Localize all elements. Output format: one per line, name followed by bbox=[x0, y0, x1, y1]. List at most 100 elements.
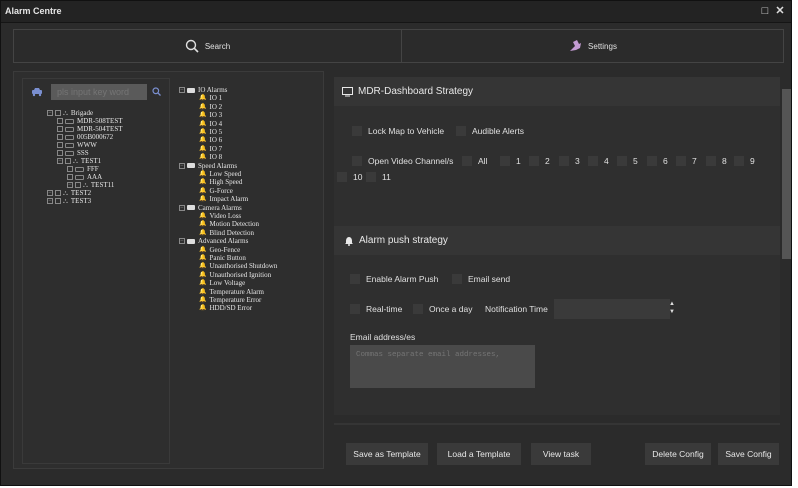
alarm-item[interactable]: 🔔 IO 5 bbox=[199, 128, 222, 136]
alarm-item[interactable]: 🔔 Blind Detection bbox=[199, 229, 254, 237]
tree-checkbox[interactable] bbox=[75, 182, 81, 188]
channel-checkbox[interactable] bbox=[500, 156, 510, 166]
vehicle-device-item[interactable]: MDR-508TEST bbox=[57, 117, 123, 125]
alarm-item[interactable]: 🔔 Low Speed bbox=[199, 170, 241, 178]
email-send-option[interactable]: Email send bbox=[452, 274, 510, 284]
email-addresses-input[interactable] bbox=[350, 345, 535, 388]
alarm-item[interactable]: 🔔 IO 1 bbox=[199, 94, 222, 102]
vehicle-group-item[interactable]: − ⛬ TEST3 bbox=[47, 197, 91, 205]
time-spinner[interactable]: ▲ ▼ bbox=[667, 299, 677, 319]
tree-checkbox[interactable] bbox=[57, 134, 63, 140]
save-config-button[interactable]: Save Config bbox=[718, 443, 779, 465]
save-as-template-button[interactable]: Save as Template bbox=[346, 443, 428, 465]
lock-map-checkbox[interactable] bbox=[352, 126, 362, 136]
channel-checkbox[interactable] bbox=[647, 156, 657, 166]
channel-11[interactable]: 11 bbox=[366, 172, 391, 182]
vehicle-device-item[interactable]: FFF bbox=[67, 165, 99, 173]
alarm-item[interactable]: 🔔 Video Loss bbox=[199, 212, 241, 220]
delete-config-button[interactable]: Delete Config bbox=[645, 443, 711, 465]
search-icon[interactable] bbox=[152, 87, 161, 96]
alarm-item[interactable]: 🔔 Geo-Fence bbox=[199, 246, 240, 254]
lock-map-option[interactable]: Lock Map to Vehicle bbox=[352, 126, 444, 136]
channel-10-item[interactable]: 10 bbox=[334, 172, 362, 182]
alarm-item[interactable]: 🔔 G-Force bbox=[199, 187, 233, 195]
expand-toggle-icon[interactable]: − bbox=[57, 158, 63, 164]
channel-all[interactable]: All bbox=[462, 156, 487, 166]
expand-toggle-icon[interactable]: − bbox=[179, 204, 185, 211]
audible-alerts-checkbox[interactable] bbox=[456, 126, 466, 136]
spin-down-icon[interactable]: ▼ bbox=[667, 309, 677, 315]
alarm-category-item[interactable]: − Camera Alarms bbox=[179, 204, 242, 212]
channel-1[interactable]: 1 bbox=[500, 156, 521, 166]
channel-checkbox[interactable] bbox=[617, 156, 627, 166]
channel-checkbox[interactable] bbox=[676, 156, 686, 166]
vehicle-device-item[interactable]: SSS bbox=[57, 149, 89, 157]
channel-3[interactable]: 3 bbox=[559, 156, 580, 166]
alarm-item[interactable]: 🔔 IO 7 bbox=[199, 145, 222, 153]
expand-toggle-icon[interactable]: − bbox=[47, 190, 53, 196]
vehicle-group-item[interactable]: − ⛬ Brigade bbox=[47, 109, 93, 117]
spin-up-icon[interactable]: ▲ bbox=[667, 301, 677, 307]
vehicle-device-item[interactable]: MDR-504TEST bbox=[57, 125, 123, 133]
vehicle-group-item[interactable]: − ⛬ TEST11 bbox=[67, 181, 114, 189]
channel-checkbox[interactable] bbox=[706, 156, 716, 166]
enable-push-checkbox[interactable] bbox=[350, 274, 360, 284]
channel-9[interactable]: 9 bbox=[734, 156, 755, 166]
audible-alerts-option[interactable]: Audible Alerts bbox=[456, 126, 524, 136]
email-send-checkbox[interactable] bbox=[452, 274, 462, 284]
alarm-item[interactable]: 🔔 Unauthorised Shutdown bbox=[199, 262, 277, 270]
alarm-item[interactable]: 🔔 HDD/SD Error bbox=[199, 304, 252, 312]
alarm-item[interactable]: 🔔 Temperature Error bbox=[199, 296, 261, 304]
channel-checkbox[interactable] bbox=[588, 156, 598, 166]
tree-checkbox[interactable] bbox=[55, 190, 61, 196]
once-a-day-option[interactable]: Once a day bbox=[413, 304, 472, 314]
channel-8[interactable]: 8 bbox=[706, 156, 727, 166]
alarm-item[interactable]: 🔔 IO 6 bbox=[199, 136, 222, 144]
expand-toggle-icon[interactable]: − bbox=[179, 238, 185, 245]
alarm-item[interactable]: 🔔 Low Voltage bbox=[199, 279, 245, 287]
vehicle-group-item[interactable]: − ⛬ TEST2 bbox=[47, 189, 91, 197]
channel-2[interactable]: 2 bbox=[529, 156, 550, 166]
channel-checkbox[interactable] bbox=[366, 172, 376, 182]
open-video-checkbox[interactable] bbox=[352, 156, 362, 166]
alarm-item[interactable]: 🔔 IO 4 bbox=[199, 120, 222, 128]
tree-checkbox[interactable] bbox=[55, 110, 61, 116]
tree-checkbox[interactable] bbox=[57, 126, 63, 132]
expand-toggle-icon[interactable]: − bbox=[179, 162, 185, 169]
vehicle-group-item[interactable]: − ⛬ TEST1 bbox=[57, 157, 101, 165]
open-video-option[interactable]: Open Video Channel/s bbox=[352, 156, 453, 166]
vehicle-device-item[interactable]: WWW bbox=[57, 141, 97, 149]
alarm-item[interactable]: 🔔 Panic Button bbox=[199, 254, 246, 262]
alarm-item[interactable]: 🔔 IO 8 bbox=[199, 153, 222, 161]
load-template-button[interactable]: Load a Template bbox=[437, 443, 521, 465]
expand-toggle-icon[interactable]: − bbox=[47, 198, 53, 204]
channel-checkbox[interactable] bbox=[559, 156, 569, 166]
alarm-category-item[interactable]: − Advanced Alarms bbox=[179, 237, 248, 245]
alarm-item[interactable]: 🔔 Temperature Alarm bbox=[199, 288, 264, 296]
alarm-item[interactable]: 🔔 Unauthorised Ignition bbox=[199, 271, 271, 279]
search-tab[interactable]: Search bbox=[14, 30, 401, 62]
alarm-item[interactable]: 🔔 IO 2 bbox=[199, 103, 222, 111]
channel-5[interactable]: 5 bbox=[617, 156, 638, 166]
vehicle-device-item[interactable]: AAA bbox=[67, 173, 102, 181]
channel-checkbox[interactable] bbox=[529, 156, 539, 166]
tree-checkbox[interactable] bbox=[57, 150, 63, 156]
tree-checkbox[interactable] bbox=[67, 174, 73, 180]
channel-6[interactable]: 6 bbox=[647, 156, 668, 166]
enable-push-option[interactable]: Enable Alarm Push bbox=[350, 274, 438, 284]
alarm-item[interactable]: 🔔 IO 3 bbox=[199, 111, 222, 119]
view-task-button[interactable]: View task bbox=[531, 443, 591, 465]
realtime-radio[interactable] bbox=[350, 304, 360, 314]
settings-tab[interactable]: Settings bbox=[402, 30, 783, 62]
tree-checkbox[interactable] bbox=[67, 166, 73, 172]
strategy-scrollbar[interactable] bbox=[782, 89, 791, 259]
channel-checkbox[interactable] bbox=[734, 156, 744, 166]
channel-checkbox[interactable] bbox=[462, 156, 472, 166]
tree-checkbox[interactable] bbox=[57, 118, 63, 124]
alarm-category-item[interactable]: − IO Alarms bbox=[179, 86, 227, 94]
tree-checkbox[interactable] bbox=[57, 142, 63, 148]
alarm-item[interactable]: 🔔 Motion Detection bbox=[199, 220, 259, 228]
maximize-button[interactable]: □ bbox=[759, 5, 771, 17]
channel-4[interactable]: 4 bbox=[588, 156, 609, 166]
once-a-day-radio[interactable] bbox=[413, 304, 423, 314]
